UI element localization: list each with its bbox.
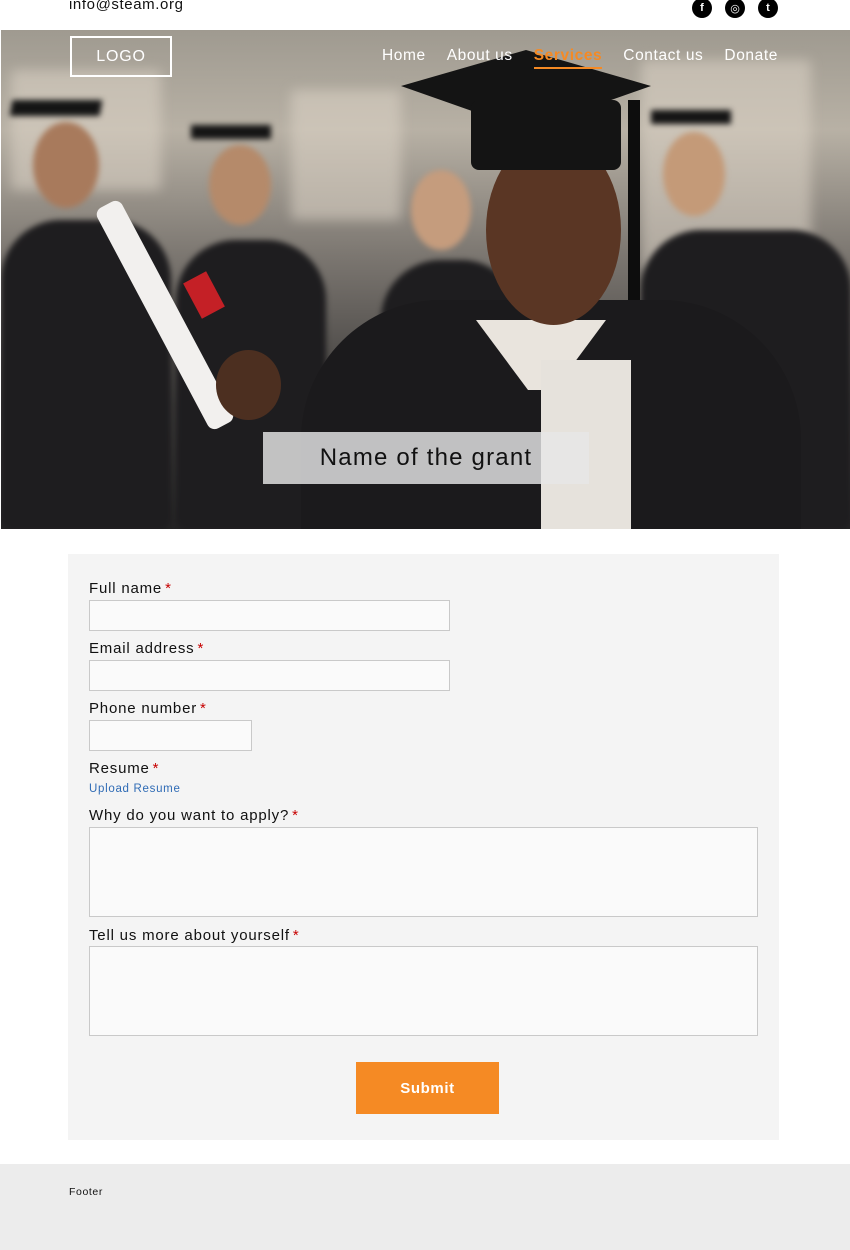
- required-mark: *: [200, 700, 207, 717]
- site-logo[interactable]: LOGO: [70, 36, 172, 77]
- about-yourself-label: Tell us more about yourself *: [89, 927, 300, 944]
- social-links: f ◎ t: [692, 0, 778, 18]
- required-mark: *: [292, 807, 299, 824]
- full-name-input[interactable]: [89, 600, 450, 631]
- required-mark: *: [197, 640, 205, 657]
- main-nav: Home About us Services Contact us Donate: [382, 47, 778, 69]
- top-bar: info@steam.org f ◎ t: [0, 0, 850, 30]
- why-apply-textarea[interactable]: [89, 827, 758, 917]
- full-name-label: Full name *: [89, 580, 172, 597]
- contact-email[interactable]: info@steam.org: [69, 0, 184, 13]
- submit-button[interactable]: Submit: [356, 1062, 499, 1114]
- phone-label: Phone number *: [89, 700, 207, 717]
- nav-home[interactable]: Home: [382, 47, 426, 69]
- required-mark: *: [292, 927, 300, 944]
- upload-resume-link[interactable]: Upload Resume: [89, 783, 181, 795]
- about-yourself-textarea[interactable]: [89, 946, 758, 1036]
- twitter-icon[interactable]: t: [758, 0, 778, 18]
- email-input[interactable]: [89, 660, 450, 691]
- footer: Footer: [0, 1164, 850, 1250]
- required-mark: *: [152, 760, 160, 777]
- nav-about-us[interactable]: About us: [447, 47, 513, 69]
- nav-donate[interactable]: Donate: [724, 47, 778, 69]
- resume-label: Resume *: [89, 760, 160, 777]
- application-form: Full name * Email address * Phone number * …: [68, 554, 779, 1140]
- facebook-icon[interactable]: f: [692, 0, 712, 18]
- grant-title: Name of the grant: [263, 432, 589, 484]
- navbar: LOGO Home About us Services Contact us D…: [0, 30, 850, 90]
- email-label: Email address *: [89, 640, 205, 657]
- nav-services[interactable]: Services: [533, 47, 603, 69]
- footer-text: Footer: [69, 1186, 103, 1198]
- phone-input[interactable]: [89, 720, 252, 751]
- required-mark: *: [165, 580, 172, 597]
- nav-contact-us[interactable]: Contact us: [623, 47, 703, 69]
- instagram-icon[interactable]: ◎: [725, 0, 745, 18]
- why-apply-label: Why do you want to apply? *: [89, 807, 299, 824]
